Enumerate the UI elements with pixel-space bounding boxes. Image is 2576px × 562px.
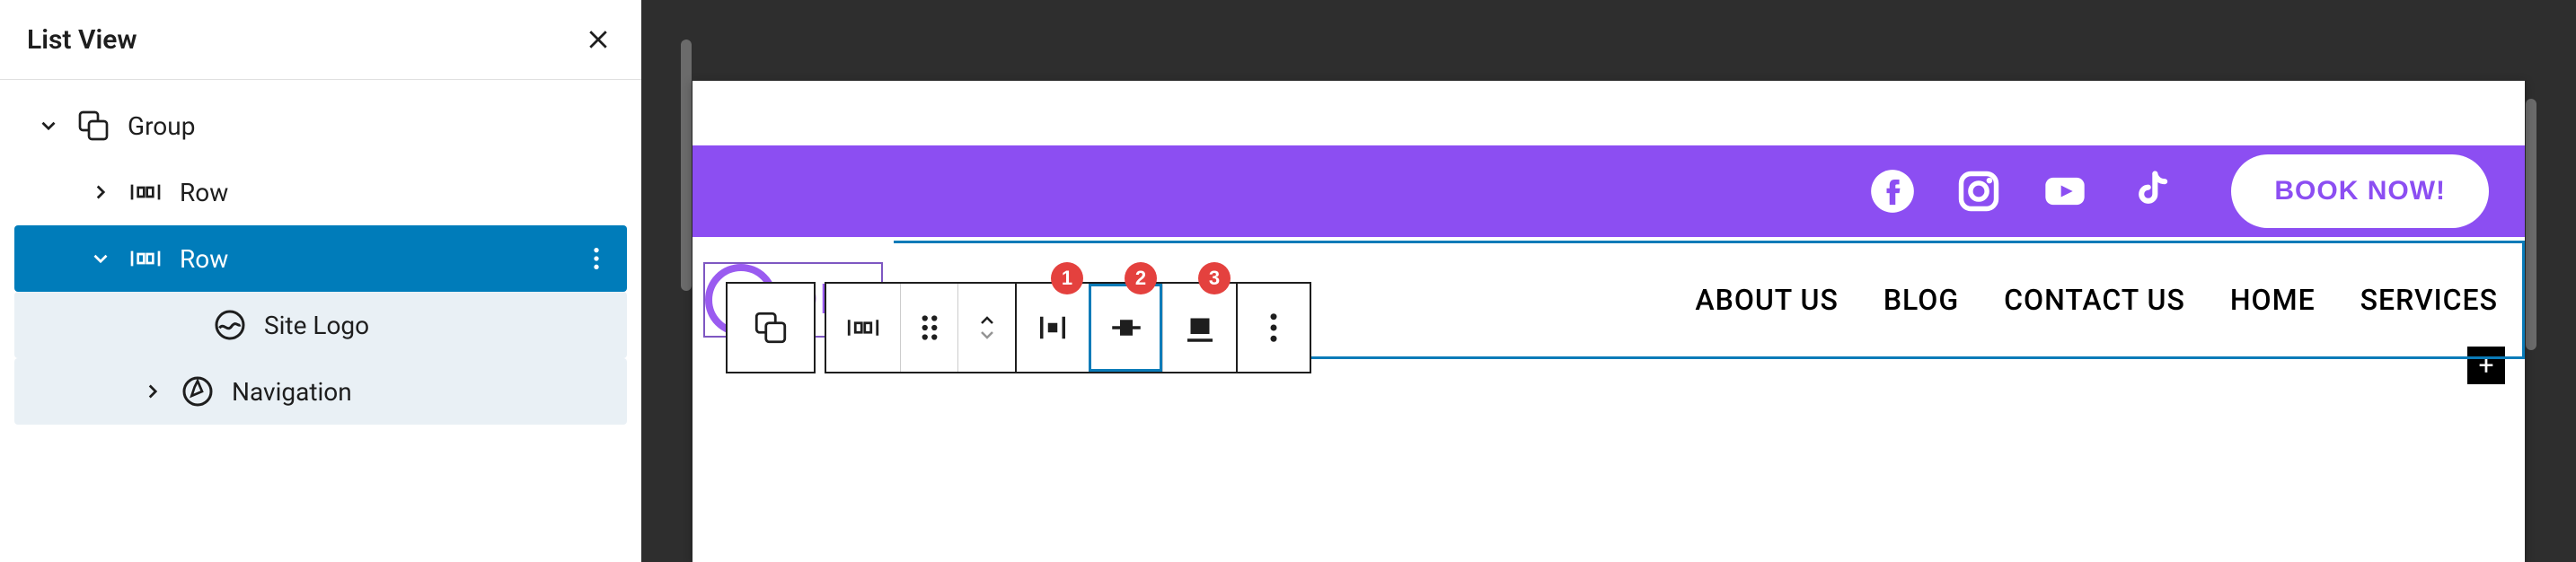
nav-menu: ABOUT US BLOG CONTACT US HOME SERVICES [1695, 283, 2503, 317]
chevron-right-icon[interactable] [84, 176, 117, 208]
block-type-button[interactable] [826, 284, 900, 372]
tree-label: Group [128, 111, 627, 141]
drag-handle[interactable] [900, 284, 957, 372]
tiktok-icon[interactable] [2127, 167, 2175, 215]
tree-label: Site Logo [264, 311, 627, 340]
justify-icon [1034, 309, 1072, 347]
drag-icon [911, 309, 948, 347]
row-icon [128, 241, 163, 277]
youtube-icon[interactable] [2041, 167, 2089, 215]
block-tree: Group Row Row Site Logo Nav [0, 80, 641, 425]
annotation-badge-1: 1 [1051, 262, 1083, 294]
options-button[interactable] [578, 241, 614, 277]
justify-button[interactable]: 1 [1015, 284, 1089, 372]
chevron-right-icon[interactable] [137, 375, 169, 408]
more-vertical-icon [1255, 309, 1292, 347]
list-view-sidebar: List View Group Row Row [0, 0, 641, 562]
tree-item-row-2[interactable]: Row [14, 225, 627, 292]
group-icon [752, 309, 790, 347]
chevron-up-icon [976, 314, 998, 327]
annotation-badge-2: 2 [1125, 262, 1157, 294]
nav-item-home[interactable]: HOME [2230, 283, 2316, 317]
chevron-down-icon [976, 329, 998, 341]
tree-label: Navigation [232, 377, 627, 407]
book-now-button[interactable]: BOOK NOW! [2231, 154, 2489, 228]
tree-item-row-1[interactable]: Row [14, 159, 627, 225]
block-toolbar: 1 2 3 [726, 282, 1311, 373]
site-logo-icon [212, 307, 248, 343]
tree-item-site-logo[interactable]: Site Logo [14, 292, 627, 358]
close-button[interactable] [582, 23, 614, 56]
annotation-badge-3: 3 [1198, 262, 1231, 294]
frame-whitespace [693, 81, 2525, 145]
navigation-icon [180, 373, 216, 409]
toolbar-group-parent [726, 282, 816, 373]
chevron-down-icon[interactable] [84, 242, 117, 275]
nav-item-contact[interactable]: CONTACT US [2004, 283, 2185, 317]
instagram-icon[interactable] [1954, 167, 2003, 215]
scrollbar[interactable] [681, 40, 692, 291]
tree-label: Row [180, 178, 627, 207]
toolbar-group-main: 1 2 3 [825, 282, 1311, 373]
sidebar-title: List View [27, 24, 137, 56]
facebook-icon[interactable] [1868, 167, 1917, 215]
editor-canvas: 1 2 3 [641, 0, 2576, 562]
tree-item-group[interactable]: Group [14, 92, 627, 159]
align-vertical-button[interactable]: 2 [1089, 284, 1162, 372]
nav-item-about[interactable]: ABOUT US [1695, 283, 1838, 317]
nav-item-services[interactable]: SERVICES [2360, 283, 2498, 317]
align-none-icon [1181, 309, 1219, 347]
row-icon [844, 309, 882, 347]
add-block-button[interactable]: + [2467, 347, 2505, 384]
header-topbar: BOOK NOW! [693, 145, 2525, 237]
align-middle-icon [1107, 309, 1145, 347]
tree-label: Row [180, 244, 578, 274]
move-updown-button[interactable] [957, 284, 1015, 372]
tree-item-navigation[interactable]: Navigation [14, 358, 627, 425]
group-icon [75, 108, 111, 144]
more-options-button[interactable] [1236, 284, 1310, 372]
frame-whitespace [693, 363, 2525, 470]
select-parent-button[interactable] [728, 284, 814, 372]
row-icon [128, 174, 163, 210]
chevron-down-icon[interactable] [32, 110, 65, 142]
width-button[interactable]: 3 [1162, 284, 1236, 372]
nav-item-blog[interactable]: BLOG [1883, 283, 1959, 317]
close-icon [585, 26, 612, 53]
scrollbar[interactable] [2526, 99, 2536, 350]
sidebar-header: List View [0, 0, 641, 80]
